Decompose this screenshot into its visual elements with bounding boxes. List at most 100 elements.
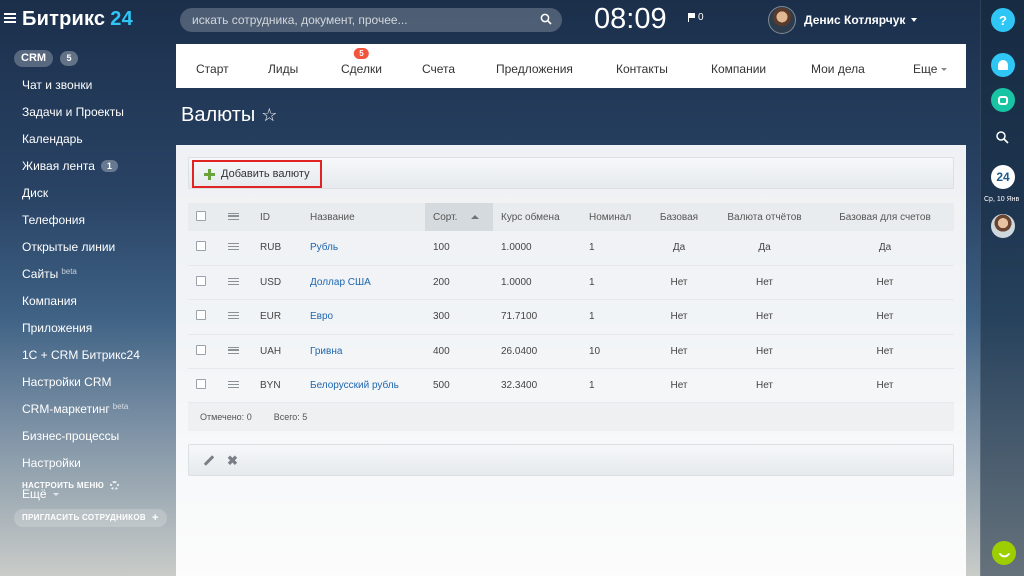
menu-item-label: Приложения [22, 321, 93, 335]
cell-invoice-base: Нет [816, 334, 954, 370]
notifications-button[interactable] [991, 53, 1015, 77]
menu-item-open-lines[interactable]: Открытые линии [22, 240, 115, 254]
row-checkbox-cell [188, 265, 220, 301]
crm-tabs: Старт Лиды Сделки 5 Счета Предложения Кон… [176, 44, 966, 88]
help-icon[interactable]: ? [991, 8, 1015, 32]
row-checkbox[interactable] [196, 344, 206, 355]
menu-item-calendar[interactable]: Календарь [22, 132, 83, 146]
cell-sort: 300 [425, 299, 493, 335]
search-icon[interactable] [995, 130, 1009, 144]
row-checkbox[interactable] [196, 276, 206, 287]
menu-item-tasks[interactable]: Задачи и Проекты [22, 105, 124, 119]
column-header-name[interactable]: Название [302, 203, 425, 231]
row-menu-icon[interactable] [228, 243, 239, 251]
avatar[interactable] [991, 214, 1015, 238]
menu-item-company[interactable]: Компания [22, 294, 77, 308]
phone-button[interactable] [992, 541, 1016, 565]
row-checkbox[interactable] [196, 310, 206, 321]
group-action-bar: ✖ [188, 444, 954, 476]
column-header-invoice-base[interactable]: Базовая для счетов [816, 203, 954, 231]
row-checkbox[interactable] [196, 241, 206, 252]
user-menu[interactable]: Денис Котлярчук [768, 6, 918, 34]
messenger-button[interactable] [991, 88, 1015, 112]
tab-start[interactable]: Старт [196, 62, 229, 76]
column-header-sort[interactable]: Сорт. [425, 203, 493, 231]
menu-item-apps[interactable]: Приложения [22, 321, 92, 335]
menu-item-chat[interactable]: Чат и звонки [22, 78, 92, 92]
column-header-rate[interactable]: Курс обмена [493, 203, 581, 231]
menu-item-disk[interactable]: Диск [22, 186, 48, 200]
selected-count: Отмечено: 0 [200, 412, 252, 422]
row-menu-icon[interactable] [228, 278, 239, 286]
menu-item-label: Календарь [22, 132, 83, 146]
cell-rate: 71.7100 [493, 299, 581, 335]
cell-sort: 200 [425, 265, 493, 301]
invite-users-button[interactable]: ПРИГЛАСИТЬ СОТРУДНИКОВ + [14, 509, 167, 527]
delete-icon[interactable]: ✖ [227, 454, 238, 467]
tab-invoices[interactable]: Счета [422, 62, 455, 76]
row-menu-cell [220, 265, 252, 301]
column-header-nominal[interactable]: Номинал [581, 203, 645, 231]
row-checkbox[interactable] [196, 379, 206, 390]
clock[interactable]: 08:09 [594, 3, 667, 36]
column-header-report[interactable]: Валюта отчётов [713, 203, 816, 231]
menu-item-telephony[interactable]: Телефония [22, 213, 85, 227]
row-menu-icon[interactable] [228, 312, 239, 320]
currency-name-link[interactable]: Доллар США [310, 277, 371, 288]
tab-my-activities[interactable]: Мои дела [811, 62, 865, 76]
tab-deals[interactable]: Сделки 5 [341, 48, 382, 76]
add-currency-button[interactable]: Добавить валюту [192, 160, 322, 188]
column-settings-icon[interactable] [228, 212, 239, 220]
menu-item-1c-crm[interactable]: 1С + CRM Битрикс24 [22, 348, 140, 362]
logo[interactable]: Битрикс 24 [22, 8, 133, 31]
tab-contacts[interactable]: Контакты [616, 62, 668, 76]
row-menu-icon[interactable] [228, 346, 239, 354]
table-header-row: ID Название Сорт. Курс обмена Номинал Ба… [188, 203, 954, 231]
currency-name-link[interactable]: Рубль [310, 242, 338, 253]
column-header-id[interactable]: ID [252, 203, 302, 231]
menu-item-feed[interactable]: Живая лента 1 [22, 159, 118, 173]
tab-label: Старт [196, 62, 229, 76]
tab-leads[interactable]: Лиды [268, 62, 298, 76]
table-row[interactable]: UAH Гривна 400 26.0400 10 Нет Нет Нет [188, 334, 954, 370]
select-all-checkbox[interactable] [196, 210, 206, 221]
flag-counter[interactable]: 0 [688, 12, 704, 23]
sort-ascending-icon [471, 214, 480, 219]
configure-menu-button[interactable]: НАСТРОИТЬ МЕНЮ [22, 481, 120, 490]
currency-name-link[interactable]: Белорусский рубль [310, 380, 399, 391]
search-icon[interactable] [540, 13, 552, 25]
logo-number: 24 [110, 8, 133, 30]
table-row[interactable]: USD Доллар США 200 1.0000 1 Нет Нет Нет [188, 265, 954, 301]
star-icon[interactable]: ☆ [261, 105, 277, 126]
table-row[interactable]: BYN Белорусский рубль 500 32.3400 1 Нет … [188, 368, 954, 404]
search-input[interactable] [180, 8, 562, 32]
table-row[interactable]: EUR Евро 300 71.7100 1 Нет Нет Нет [188, 299, 954, 335]
cell-name: Доллар США [302, 265, 425, 301]
page-title: Валюты ☆ [181, 104, 277, 127]
tab-more[interactable]: Еще [913, 62, 948, 76]
row-menu-icon[interactable] [228, 381, 239, 389]
edit-pencil-icon[interactable] [203, 454, 215, 466]
cell-name: Евро [302, 299, 425, 335]
menu-item-crm-settings[interactable]: Настройки CRM [22, 375, 112, 389]
tab-quotes[interactable]: Предложения [496, 62, 573, 76]
add-currency-label: Добавить валюту [221, 168, 310, 180]
tab-label: Сделки [341, 62, 382, 76]
currency-name-link[interactable]: Евро [310, 311, 333, 322]
menu-item-crm-marketing[interactable]: CRM-маркетинг beta [22, 402, 128, 417]
bitrix24-logo-icon[interactable]: 24 [991, 165, 1015, 189]
crm-count-badge: 5 [60, 51, 78, 66]
menu-item-label: Живая лента [22, 159, 95, 173]
row-checkbox-cell [188, 334, 220, 370]
currency-name-link[interactable]: Гривна [310, 346, 342, 357]
menu-burger-icon[interactable] [4, 13, 16, 23]
gear-icon [110, 481, 120, 490]
menu-item-crm[interactable]: CRM [14, 50, 54, 67]
menu-item-settings[interactable]: Настройки [22, 456, 81, 470]
cell-invoice-base: Нет [816, 368, 954, 404]
column-header-base[interactable]: Базовая [645, 203, 713, 231]
tab-companies[interactable]: Компании [711, 62, 766, 76]
table-row[interactable]: RUB Рубль 100 1.0000 1 Да Да Да [188, 231, 954, 266]
menu-item-sites[interactable]: Сайты beta [22, 267, 77, 282]
menu-item-bizproc[interactable]: Бизнес-процессы [22, 429, 119, 443]
